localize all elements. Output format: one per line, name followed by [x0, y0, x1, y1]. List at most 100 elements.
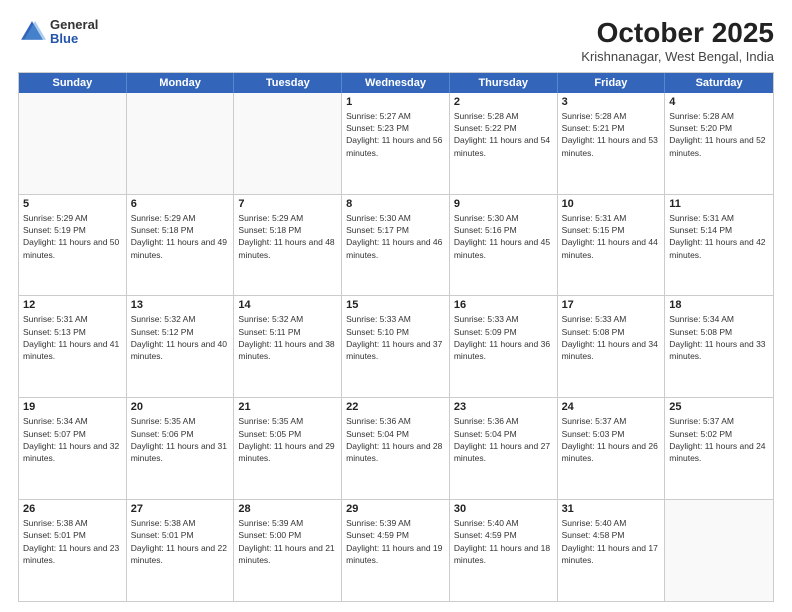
weekday-header: Monday: [127, 73, 235, 93]
page: General Blue October 2025 Krishnanagar, …: [0, 0, 792, 612]
sun-info: Sunrise: 5:32 AM Sunset: 5:11 PM Dayligh…: [238, 313, 337, 362]
calendar-empty-cell: [234, 93, 342, 194]
day-number: 10: [562, 198, 661, 210]
sun-info: Sunrise: 5:31 AM Sunset: 5:15 PM Dayligh…: [562, 212, 661, 261]
sun-info: Sunrise: 5:33 AM Sunset: 5:08 PM Dayligh…: [562, 313, 661, 362]
day-number: 14: [238, 299, 337, 311]
weekday-header: Friday: [558, 73, 666, 93]
weekday-header: Saturday: [665, 73, 773, 93]
day-number: 20: [131, 401, 230, 413]
sun-info: Sunrise: 5:35 AM Sunset: 5:06 PM Dayligh…: [131, 415, 230, 464]
weekday-header: Wednesday: [342, 73, 450, 93]
calendar-day-15: 15Sunrise: 5:33 AM Sunset: 5:10 PM Dayli…: [342, 296, 450, 397]
calendar-day-8: 8Sunrise: 5:30 AM Sunset: 5:17 PM Daylig…: [342, 195, 450, 296]
calendar-day-1: 1 Sunrise: 5:27 AM Sunset: 5:23 PM Daylig…: [342, 93, 450, 194]
day-number: 8: [346, 198, 445, 210]
sun-info: Sunrise: 5:28 AM Sunset: 5:21 PM Dayligh…: [562, 110, 661, 159]
calendar-day-28: 28 Sunrise: 5:39 AM Sunset: 5:00 PM Dayli…: [234, 500, 342, 601]
calendar-day-19: 19 Sunrise: 5:34 AM Sunset: 5:07 PM Dayli…: [19, 398, 127, 499]
day-number: 29: [346, 503, 445, 515]
calendar-body: 1 Sunrise: 5:27 AM Sunset: 5:23 PM Daylig…: [19, 93, 773, 601]
calendar-day-7: 7Sunrise: 5:29 AM Sunset: 5:18 PM Daylig…: [234, 195, 342, 296]
calendar-day-21: 21Sunrise: 5:35 AM Sunset: 5:05 PM Dayli…: [234, 398, 342, 499]
calendar-day-12: 12Sunrise: 5:31 AM Sunset: 5:13 PM Dayli…: [19, 296, 127, 397]
sun-info: Sunrise: 5:39 AM Sunset: 5:00 PM Dayligh…: [238, 517, 337, 566]
calendar-day-14: 14 Sunrise: 5:32 AM Sunset: 5:11 PM Dayli…: [234, 296, 342, 397]
calendar-day-6: 6Sunrise: 5:29 AM Sunset: 5:18 PM Daylig…: [127, 195, 235, 296]
logo-icon: [18, 18, 46, 46]
day-number: 4: [669, 96, 769, 108]
logo-blue: Blue: [50, 32, 98, 46]
day-number: 16: [454, 299, 553, 311]
calendar-day-22: 22 Sunrise: 5:36 AM Sunset: 5:04 PM Dayli…: [342, 398, 450, 499]
sun-info: Sunrise: 5:29 AM Sunset: 5:19 PM Dayligh…: [23, 212, 122, 261]
sun-info: Sunrise: 5:33 AM Sunset: 5:10 PM Dayligh…: [346, 313, 445, 362]
calendar-day-11: 11 Sunrise: 5:31 AM Sunset: 5:14 PM Dayli…: [665, 195, 773, 296]
calendar-day-3: 3 Sunrise: 5:28 AM Sunset: 5:21 PM Daylig…: [558, 93, 666, 194]
calendar-row: 12Sunrise: 5:31 AM Sunset: 5:13 PM Dayli…: [19, 295, 773, 397]
day-number: 19: [23, 401, 122, 413]
sun-info: Sunrise: 5:31 AM Sunset: 5:14 PM Dayligh…: [669, 212, 769, 261]
day-number: 18: [669, 299, 769, 311]
day-number: 3: [562, 96, 661, 108]
sun-info: Sunrise: 5:36 AM Sunset: 5:04 PM Dayligh…: [346, 415, 445, 464]
day-number: 28: [238, 503, 337, 515]
sun-info: Sunrise: 5:34 AM Sunset: 5:08 PM Dayligh…: [669, 313, 769, 362]
sun-info: Sunrise: 5:39 AM Sunset: 4:59 PM Dayligh…: [346, 517, 445, 566]
weekday-header: Sunday: [19, 73, 127, 93]
weekday-header: Tuesday: [234, 73, 342, 93]
day-number: 9: [454, 198, 553, 210]
sun-info: Sunrise: 5:27 AM Sunset: 5:23 PM Dayligh…: [346, 110, 445, 159]
logo-general: General: [50, 18, 98, 32]
logo-text: General Blue: [50, 18, 98, 47]
calendar-row: 5 Sunrise: 5:29 AM Sunset: 5:19 PM Daylig…: [19, 194, 773, 296]
sun-info: Sunrise: 5:38 AM Sunset: 5:01 PM Dayligh…: [131, 517, 230, 566]
day-number: 30: [454, 503, 553, 515]
calendar-day-24: 24Sunrise: 5:37 AM Sunset: 5:03 PM Dayli…: [558, 398, 666, 499]
day-number: 11: [669, 198, 769, 210]
calendar-day-30: 30 Sunrise: 5:40 AM Sunset: 4:59 PM Dayli…: [450, 500, 558, 601]
calendar-empty-cell: [19, 93, 127, 194]
calendar-header: SundayMondayTuesdayWednesdayThursdayFrid…: [19, 73, 773, 93]
calendar-row: 19 Sunrise: 5:34 AM Sunset: 5:07 PM Dayli…: [19, 397, 773, 499]
calendar-day-10: 10 Sunrise: 5:31 AM Sunset: 5:15 PM Dayli…: [558, 195, 666, 296]
sun-info: Sunrise: 5:34 AM Sunset: 5:07 PM Dayligh…: [23, 415, 122, 464]
calendar-day-27: 27 Sunrise: 5:38 AM Sunset: 5:01 PM Dayli…: [127, 500, 235, 601]
calendar-day-16: 16Sunrise: 5:33 AM Sunset: 5:09 PM Dayli…: [450, 296, 558, 397]
calendar-day-4: 4 Sunrise: 5:28 AM Sunset: 5:20 PM Daylig…: [665, 93, 773, 194]
sun-info: Sunrise: 5:28 AM Sunset: 5:20 PM Dayligh…: [669, 110, 769, 159]
location: Krishnanagar, West Bengal, India: [581, 49, 774, 64]
day-number: 5: [23, 198, 122, 210]
sun-info: Sunrise: 5:35 AM Sunset: 5:05 PM Dayligh…: [238, 415, 337, 464]
day-number: 13: [131, 299, 230, 311]
calendar-empty-cell: [665, 500, 773, 601]
day-number: 27: [131, 503, 230, 515]
sun-info: Sunrise: 5:28 AM Sunset: 5:22 PM Dayligh…: [454, 110, 553, 159]
sun-info: Sunrise: 5:30 AM Sunset: 5:16 PM Dayligh…: [454, 212, 553, 261]
sun-info: Sunrise: 5:40 AM Sunset: 4:58 PM Dayligh…: [562, 517, 661, 566]
calendar-empty-cell: [127, 93, 235, 194]
sun-info: Sunrise: 5:31 AM Sunset: 5:13 PM Dayligh…: [23, 313, 122, 362]
day-number: 2: [454, 96, 553, 108]
header: General Blue October 2025 Krishnanagar, …: [18, 18, 774, 64]
title-block: October 2025 Krishnanagar, West Bengal, …: [581, 18, 774, 64]
sun-info: Sunrise: 5:38 AM Sunset: 5:01 PM Dayligh…: [23, 517, 122, 566]
calendar-row: 1 Sunrise: 5:27 AM Sunset: 5:23 PM Daylig…: [19, 93, 773, 194]
sun-info: Sunrise: 5:37 AM Sunset: 5:03 PM Dayligh…: [562, 415, 661, 464]
calendar-day-18: 18 Sunrise: 5:34 AM Sunset: 5:08 PM Dayli…: [665, 296, 773, 397]
calendar-day-25: 25Sunrise: 5:37 AM Sunset: 5:02 PM Dayli…: [665, 398, 773, 499]
calendar-day-29: 29 Sunrise: 5:39 AM Sunset: 4:59 PM Dayli…: [342, 500, 450, 601]
calendar-day-5: 5 Sunrise: 5:29 AM Sunset: 5:19 PM Daylig…: [19, 195, 127, 296]
sun-info: Sunrise: 5:40 AM Sunset: 4:59 PM Dayligh…: [454, 517, 553, 566]
calendar-day-2: 2 Sunrise: 5:28 AM Sunset: 5:22 PM Daylig…: [450, 93, 558, 194]
day-number: 22: [346, 401, 445, 413]
calendar-row: 26 Sunrise: 5:38 AM Sunset: 5:01 PM Dayli…: [19, 499, 773, 601]
calendar-day-17: 17 Sunrise: 5:33 AM Sunset: 5:08 PM Dayli…: [558, 296, 666, 397]
day-number: 6: [131, 198, 230, 210]
day-number: 1: [346, 96, 445, 108]
calendar-day-13: 13Sunrise: 5:32 AM Sunset: 5:12 PM Dayli…: [127, 296, 235, 397]
calendar-day-26: 26 Sunrise: 5:38 AM Sunset: 5:01 PM Dayli…: [19, 500, 127, 601]
day-number: 23: [454, 401, 553, 413]
day-number: 26: [23, 503, 122, 515]
day-number: 17: [562, 299, 661, 311]
